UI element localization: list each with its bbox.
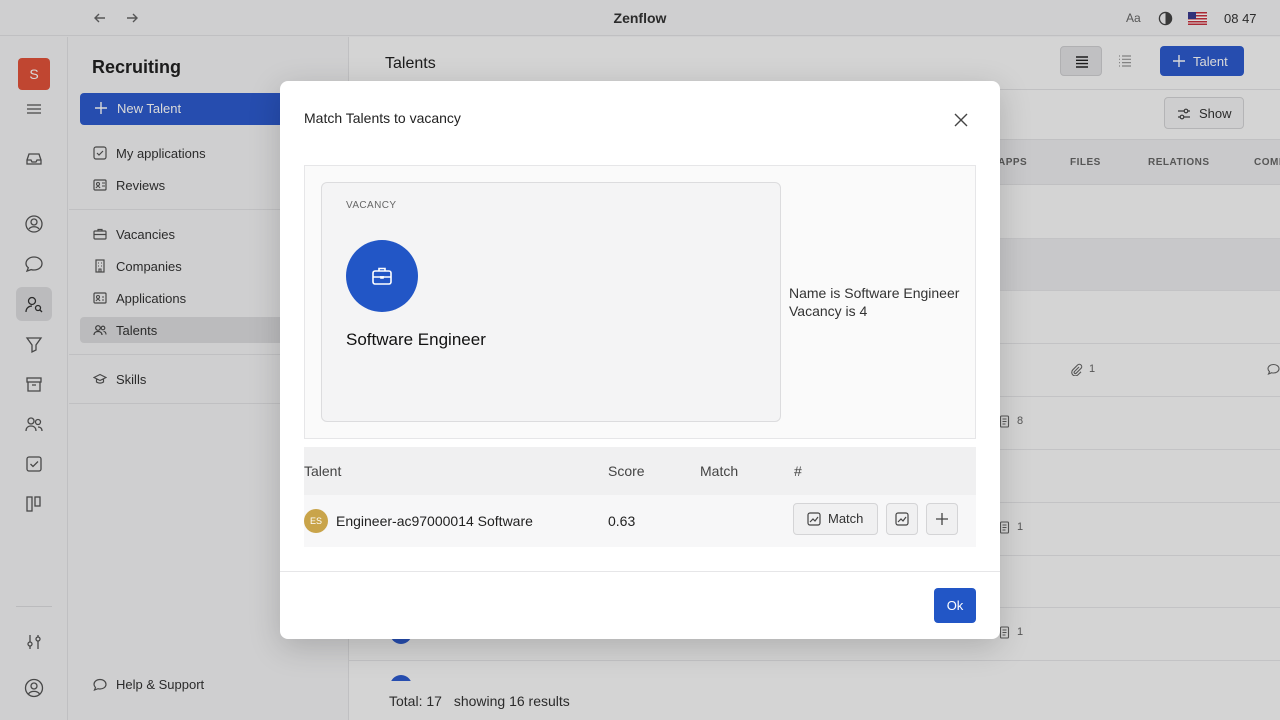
dialog-title: Match Talents to vacancy — [304, 110, 461, 126]
vacancy-avatar — [346, 240, 418, 312]
avatar: ES — [304, 509, 328, 533]
vacancy-label: VACANCY — [346, 200, 397, 211]
plus-icon — [936, 513, 948, 525]
chart-icon — [807, 512, 821, 526]
match-talents-dialog: Match Talents to vacancy VACANCY Softwar… — [280, 81, 1000, 639]
talent-score: 0.63 — [608, 513, 636, 529]
vacancy-panel: VACANCY Software Engineer Name is Softwa… — [304, 165, 976, 439]
briefcase-icon — [372, 267, 392, 285]
vacancy-info-number: Vacancy is 4 — [789, 303, 868, 319]
column-header-hash: # — [794, 463, 802, 479]
talent-name[interactable]: Engineer-ac97000014 Software — [336, 513, 533, 529]
dialog-footer-divider — [280, 571, 1000, 572]
match-table-header: Talent Score Match # — [304, 447, 976, 495]
close-icon[interactable] — [951, 110, 971, 130]
vacancy-name: Software Engineer — [346, 330, 486, 349]
add-button[interactable] — [926, 503, 958, 535]
column-header-talent[interactable]: Talent — [304, 463, 341, 479]
match-button[interactable]: Match — [793, 503, 878, 535]
vacancy-info-name: Name is Software Engineer — [789, 285, 960, 301]
ok-button[interactable]: Ok — [934, 588, 976, 623]
chart-icon — [895, 512, 909, 526]
column-header-match[interactable]: Match — [700, 463, 738, 479]
vacancy-card[interactable]: VACANCY Software Engineer — [321, 182, 781, 422]
match-label: Match — [828, 511, 864, 526]
column-header-score[interactable]: Score — [608, 463, 645, 479]
vacancy-summary: Name is Software Engineer Vacancy is 4 — [789, 284, 959, 320]
match-details-button[interactable] — [886, 503, 918, 535]
table-row[interactable]: ES Engineer-ac97000014 Software 0.63 Mat… — [304, 495, 976, 547]
